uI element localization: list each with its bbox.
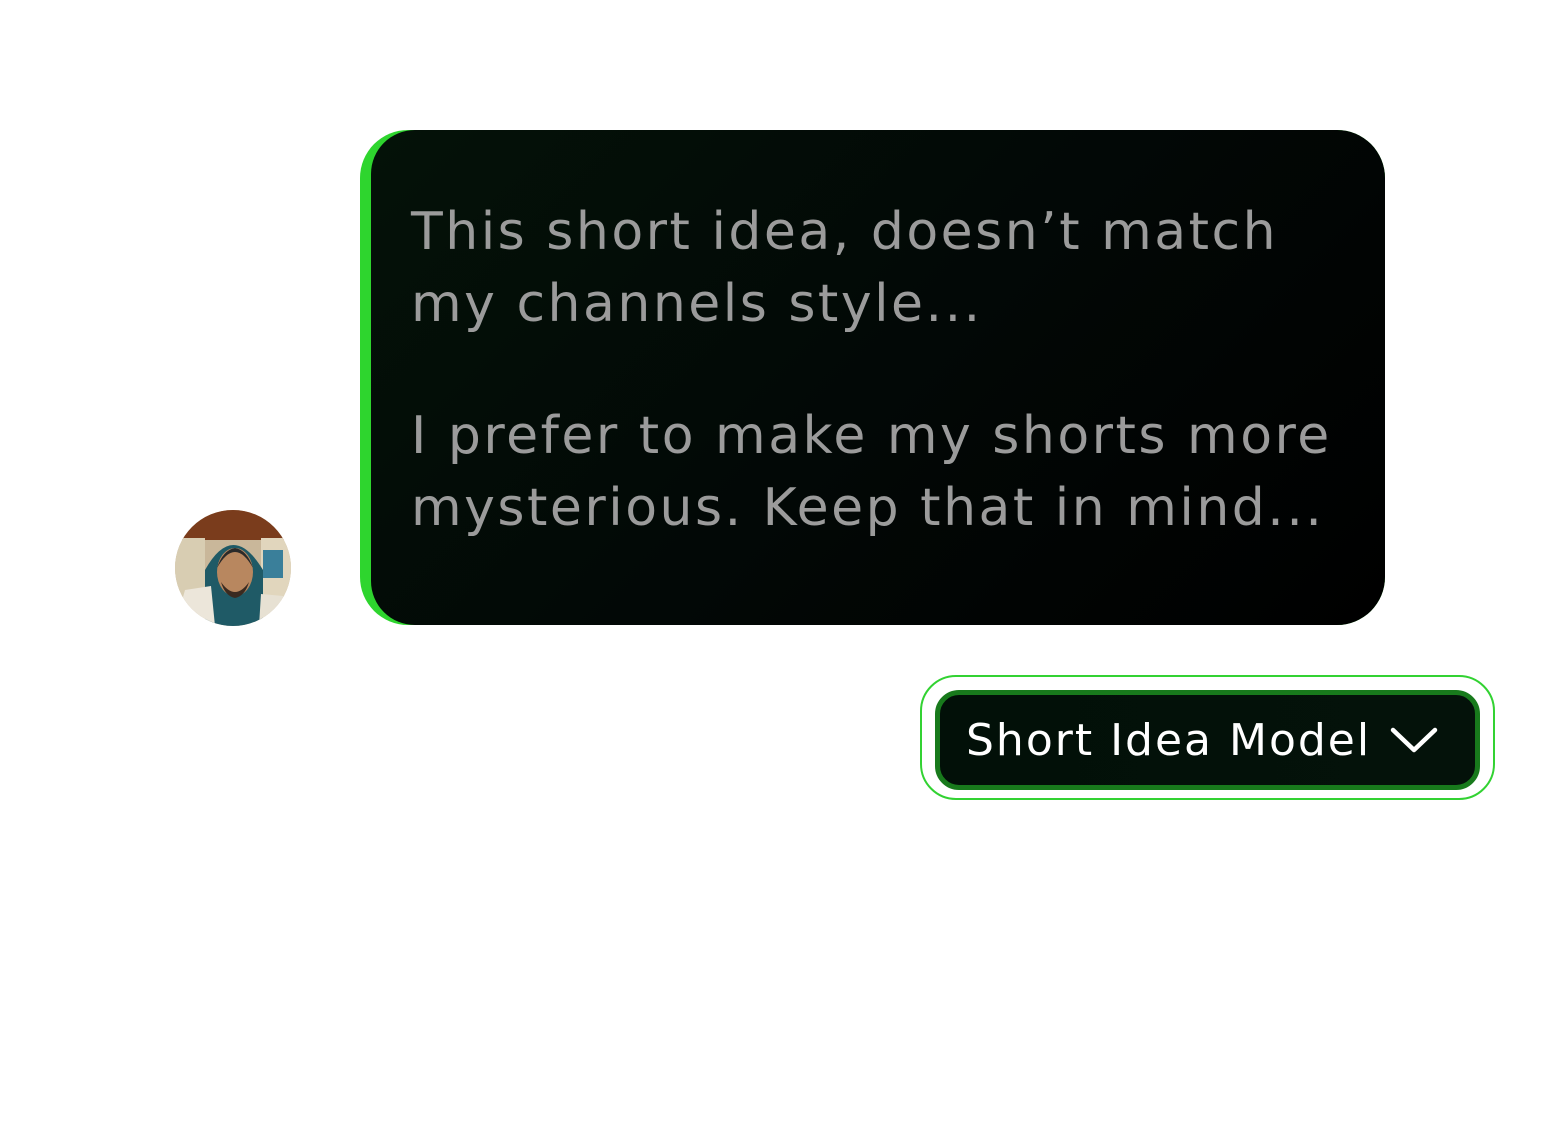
message-line: mysterious. Keep that in mind... [411, 478, 1325, 538]
user-avatar[interactable] [175, 510, 291, 626]
message-line: I prefer to make my shorts more [411, 406, 1332, 466]
model-selector-dropdown[interactable]: Short Idea Model [935, 690, 1480, 790]
message-paragraph-2: I prefer to make my shorts more mysterio… [411, 400, 1345, 544]
message-line: This short idea, doesn’t match [411, 202, 1279, 262]
chevron-down-icon [1389, 725, 1439, 755]
avatar-photo [175, 510, 291, 626]
message-paragraph-1: This short idea, doesn’t match my channe… [411, 196, 1345, 340]
message-bubble: This short idea, doesn’t match my channe… [360, 130, 1385, 625]
message-line: my channels style... [411, 274, 983, 334]
message-body: This short idea, doesn’t match my channe… [371, 130, 1385, 625]
model-selector-label: Short Idea Model [966, 714, 1372, 766]
